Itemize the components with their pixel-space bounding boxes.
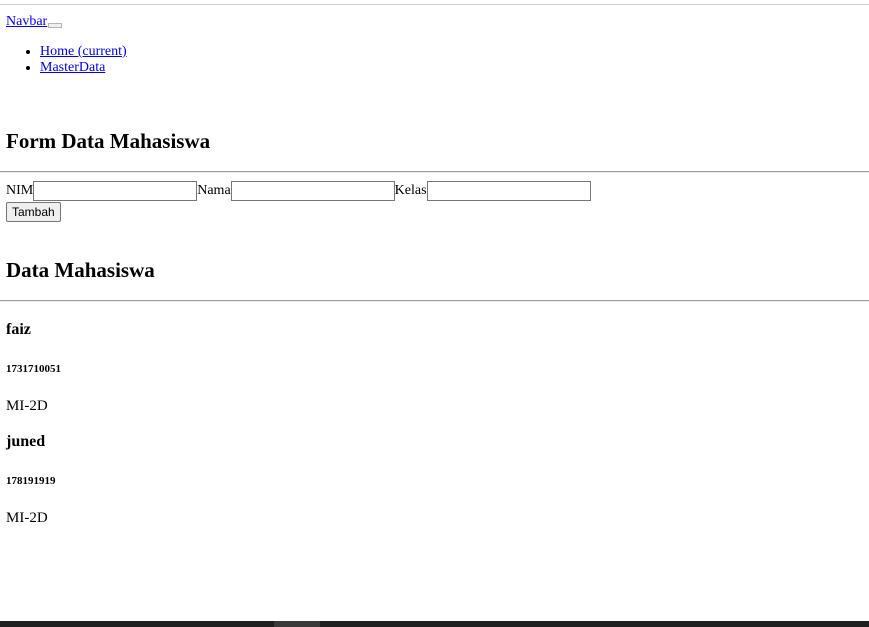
navbar-brand-link[interactable]: Navbar: [6, 14, 47, 29]
student-kelas: MI-2D: [6, 510, 48, 526]
taskbar: [0, 621, 869, 627]
nav-item-masterdata: MasterData: [40, 60, 127, 76]
student-name: faiz: [6, 321, 31, 338]
student-nim: 1731710051: [6, 363, 61, 375]
nav-item-home: Home (current): [40, 44, 127, 60]
navbar: Navbar: [6, 12, 63, 32]
nama-label: Nama: [197, 183, 231, 198]
kelas-label: Kelas: [394, 183, 427, 198]
nim-input[interactable]: [33, 181, 198, 201]
taskbar-active-segment[interactable]: [274, 621, 320, 627]
nav-link-home[interactable]: Home (current): [40, 44, 127, 59]
form-divider: [0, 171, 869, 173]
top-border: [0, 4, 869, 5]
student-name: juned: [6, 433, 46, 450]
nama-input[interactable]: [230, 181, 395, 201]
data-divider: [0, 300, 869, 302]
kelas-input[interactable]: [426, 181, 591, 201]
form-title: Form Data Mahasiswa: [6, 129, 211, 153]
tambah-button[interactable]: Tambah: [6, 202, 61, 222]
student-nim: 178191919: [6, 475, 56, 487]
nim-label: NIM: [6, 183, 34, 198]
student-kelas: MI-2D: [6, 398, 48, 414]
navbar-toggler-button[interactable]: [48, 23, 63, 28]
data-list-title: Data Mahasiswa: [6, 258, 155, 282]
student-form: NIM Nama Kelas: [6, 181, 591, 201]
nav-list: Home (current) MasterData: [0, 44, 127, 76]
nav-link-masterdata[interactable]: MasterData: [40, 60, 105, 75]
